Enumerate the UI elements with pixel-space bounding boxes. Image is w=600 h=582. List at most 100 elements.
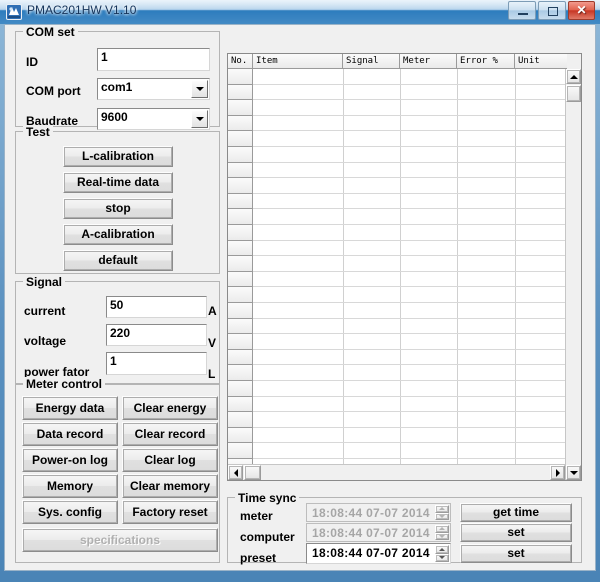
close-button[interactable]: ✕ (568, 1, 595, 20)
measurement-table[interactable]: No. Item Signal Meter Error % Unit (227, 53, 582, 481)
real-time-data-button[interactable]: Real-time data (63, 172, 173, 193)
scroll-down-button[interactable] (566, 465, 581, 480)
table-column-item[interactable]: Item (253, 54, 343, 69)
get-time-button[interactable]: get time (460, 503, 572, 522)
meter-control-group: Meter control Energy data Data record Po… (15, 377, 220, 563)
table-column-meter[interactable]: Meter (400, 54, 457, 69)
table-row[interactable] (228, 193, 581, 210)
table-row-header[interactable] (228, 240, 253, 257)
table-row-header[interactable] (228, 287, 253, 303)
vertical-scroll-thumb[interactable] (566, 85, 581, 102)
table-row[interactable] (228, 178, 581, 194)
clear-energy-button[interactable]: Clear energy (122, 396, 218, 420)
default-button[interactable]: default (63, 250, 173, 271)
table-row-header[interactable] (228, 443, 253, 459)
factory-reset-button[interactable]: Factory reset (122, 500, 218, 524)
table-row-header[interactable] (228, 381, 253, 397)
com-port-chevron-down-icon[interactable] (191, 80, 208, 98)
table-row[interactable] (228, 84, 581, 101)
table-row-header[interactable] (228, 225, 253, 241)
table-row-header[interactable] (228, 131, 253, 147)
table-row-header[interactable] (228, 115, 253, 132)
table-row-header[interactable] (228, 303, 253, 319)
table-row[interactable] (228, 381, 581, 397)
table-row[interactable] (228, 240, 581, 257)
table-row[interactable] (228, 412, 581, 428)
table-column-unit[interactable]: Unit (515, 54, 567, 69)
sys-config-button[interactable]: Sys. config (22, 500, 118, 524)
table-row[interactable] (228, 69, 581, 85)
preset-time-stepper[interactable] (435, 545, 449, 562)
table-row[interactable] (228, 349, 581, 366)
a-calibration-button[interactable]: A-calibration (63, 224, 173, 245)
memory-button[interactable]: Memory (22, 474, 118, 498)
table-row-header[interactable] (228, 193, 253, 210)
power-factor-unit: L (208, 367, 216, 381)
baudrate-chevron-down-icon[interactable] (191, 110, 208, 128)
table-row[interactable] (228, 334, 581, 350)
meter-control-legend: Meter control (23, 377, 106, 391)
table-row-header[interactable] (228, 365, 253, 381)
energy-data-button[interactable]: Energy data (22, 396, 118, 420)
scroll-up-button[interactable] (566, 69, 581, 84)
preset-time-field[interactable]: 18:08:44 07-07 2014 (306, 543, 451, 564)
table-row[interactable] (228, 131, 581, 147)
table-row-header[interactable] (228, 412, 253, 428)
table-row-header[interactable] (228, 69, 253, 85)
table-row-header[interactable] (228, 334, 253, 350)
minimize-button[interactable] (508, 1, 536, 20)
id-input[interactable]: 1 (97, 48, 210, 71)
table-row[interactable] (228, 162, 581, 179)
set-preset-time-button[interactable]: set (460, 544, 572, 563)
clear-log-button[interactable]: Clear log (122, 448, 218, 472)
table-row[interactable] (228, 256, 581, 272)
com-port-select[interactable]: com1 (97, 78, 210, 100)
table-vertical-scrollbar[interactable] (565, 69, 581, 480)
title-bar[interactable]: PMAC201HW V1.10 ✕ (0, 0, 600, 24)
scroll-left-button[interactable] (228, 465, 243, 480)
table-row[interactable] (228, 427, 581, 444)
table-row[interactable] (228, 209, 581, 225)
voltage-input[interactable]: 220 (106, 324, 207, 346)
stop-button[interactable]: stop (63, 198, 173, 219)
set-computer-time-button[interactable]: set (460, 523, 572, 542)
table-row-header[interactable] (228, 318, 253, 335)
table-horizontal-scrollbar[interactable] (228, 464, 565, 480)
baudrate-select[interactable]: 9600 (97, 108, 210, 130)
table-row[interactable] (228, 147, 581, 163)
table-row[interactable] (228, 287, 581, 303)
scroll-right-button[interactable] (550, 465, 565, 480)
horizontal-scroll-thumb[interactable] (244, 465, 261, 480)
maximize-button[interactable] (538, 1, 566, 20)
table-row-header[interactable] (228, 271, 253, 288)
clear-record-button[interactable]: Clear record (122, 422, 218, 446)
table-row-header[interactable] (228, 256, 253, 272)
table-row-header[interactable] (228, 427, 253, 444)
table-row[interactable] (228, 271, 581, 288)
table-column-no[interactable]: No. (228, 54, 253, 69)
table-row[interactable] (228, 100, 581, 116)
table-row-header[interactable] (228, 178, 253, 194)
table-row-header[interactable] (228, 147, 253, 163)
table-row-header[interactable] (228, 396, 253, 413)
power-on-log-button[interactable]: Power-on log (22, 448, 118, 472)
table-row[interactable] (228, 115, 581, 132)
current-input[interactable]: 50 (106, 296, 207, 318)
table-column-signal[interactable]: Signal (343, 54, 400, 69)
table-row[interactable] (228, 303, 581, 319)
table-row-header[interactable] (228, 84, 253, 101)
table-row[interactable] (228, 443, 581, 459)
table-row-header[interactable] (228, 100, 253, 116)
table-row[interactable] (228, 318, 581, 335)
table-row[interactable] (228, 365, 581, 381)
table-column-error[interactable]: Error % (457, 54, 515, 69)
clear-memory-button[interactable]: Clear memory (122, 474, 218, 498)
table-row-header[interactable] (228, 349, 253, 366)
table-row-header[interactable] (228, 162, 253, 179)
power-factor-input[interactable]: 1 (106, 352, 207, 375)
table-row[interactable] (228, 225, 581, 241)
l-calibration-button[interactable]: L-calibration (63, 146, 173, 167)
table-row[interactable] (228, 396, 581, 413)
table-row-header[interactable] (228, 209, 253, 225)
data-record-button[interactable]: Data record (22, 422, 118, 446)
